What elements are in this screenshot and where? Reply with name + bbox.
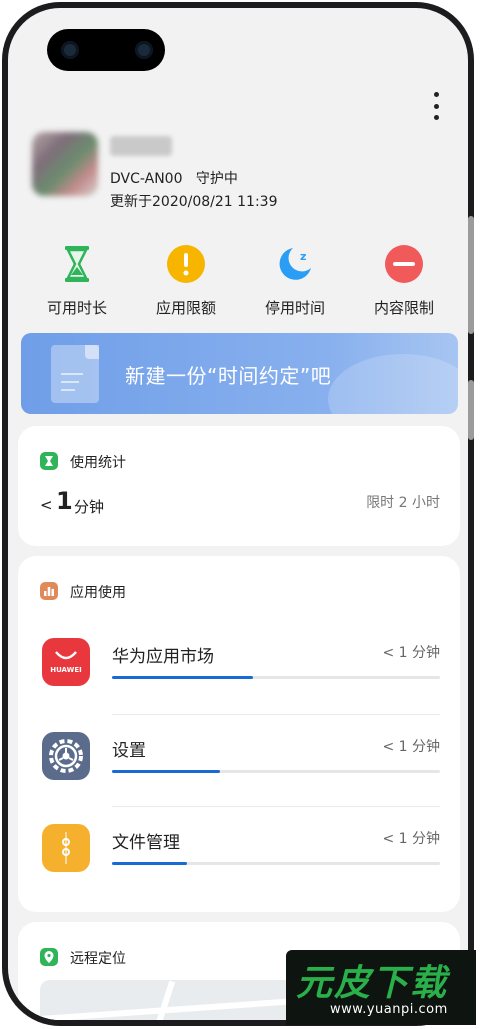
app-usage-card: 应用使用 HUAWEI 华为应用市场 < 1 分钟 设置 < 1 分钟 文件管理… [18,556,460,912]
usage-bar-fill [112,862,188,865]
quick-action-label: 应用限额 [155,299,216,317]
app-usage-row[interactable]: 设置 < 1 分钟 [18,732,460,822]
app-time: < 1 分钟 [382,831,440,847]
app-time: < 1 分钟 [382,739,440,755]
quick-action-label: 内容限制 [373,299,434,317]
phone-frame: DVC-AN00 守护中 更新于2020/08/21 11:39 可用时长 应用… [2,2,474,1026]
quick-action-label: 可用时长 [46,299,107,317]
time-limit: 限时 2 小时 [366,495,440,511]
watermark-title: 元皮下载 [296,963,449,1004]
divider [112,714,440,715]
front-camera-icon [135,41,153,59]
power-button [468,380,474,440]
usage-unit: 分钟 [74,498,105,516]
create-time-agreement-banner[interactable]: 新建一份“时间约定”吧 [21,333,458,414]
quick-action-content-restriction[interactable]: 内容限制 [349,244,459,318]
camera-cutout [47,29,165,71]
usage-value: 1 [56,487,73,515]
quick-action-available-time[interactable]: 可用时长 [22,244,132,318]
usage-stats-card[interactable]: 使用统计 < 1 分钟 限时 2 小时 [18,426,460,546]
banner-decoration [328,354,458,414]
app-name: 华为应用市场 [112,647,214,667]
volume-button [468,216,474,334]
alert-icon [166,244,206,284]
device-status: DVC-AN00 守护中 [110,168,238,188]
usage-bar [112,770,440,773]
card-title: 使用统计 [70,455,126,471]
svg-text:z: z [300,250,306,263]
usage-bar [112,676,440,679]
bar-chart-icon [40,582,58,600]
app-time: < 1 分钟 [382,645,440,661]
app-icon-text: HUAWEI [50,666,82,674]
quick-action-app-limit[interactable]: 应用限额 [131,244,241,318]
file-manager-icon [42,824,90,872]
usage-bar-fill [112,770,221,773]
watermark-logo: 元皮下载 www.yuanpi.com [286,950,476,1025]
less-than-sign: < [40,496,53,514]
watermark-url: www.yuanpi.com [330,1002,448,1017]
hourglass-icon [40,452,58,470]
moon-sleep-icon: z [275,244,315,284]
card-title: 应用使用 [70,585,126,601]
usage-bar-fill [112,676,254,679]
quick-action-downtime[interactable]: z 停用时间 [240,244,350,318]
quick-actions: 可用时长 应用限额 z 停用时间 内容限制 [22,244,458,334]
app-usage-row[interactable]: 文件管理 < 1 分钟 [18,824,460,914]
front-camera-icon [61,41,79,59]
quick-action-label: 停用时间 [264,299,325,317]
settings-gear-icon [42,732,90,780]
card-title: 远程定位 [70,951,126,967]
screen: DVC-AN00 守护中 更新于2020/08/21 11:39 可用时长 应用… [8,8,468,1020]
protection-status: 守护中 [195,171,238,187]
app-name: 文件管理 [112,833,180,853]
account-name-blurred [110,136,172,156]
device-model: DVC-AN00 [110,171,183,187]
avatar[interactable] [32,132,98,196]
app-name: 设置 [112,741,146,761]
updated-time: 更新于2020/08/21 11:39 [110,194,278,210]
divider [112,806,440,807]
banner-text: 新建一份“时间约定”吧 [125,364,332,388]
no-entry-icon [384,244,424,284]
more-options-icon[interactable] [426,92,446,120]
huawei-appgallery-icon: HUAWEI [42,638,90,686]
location-pin-icon [40,948,58,966]
hourglass-icon [57,244,97,284]
usage-bar [112,862,440,865]
